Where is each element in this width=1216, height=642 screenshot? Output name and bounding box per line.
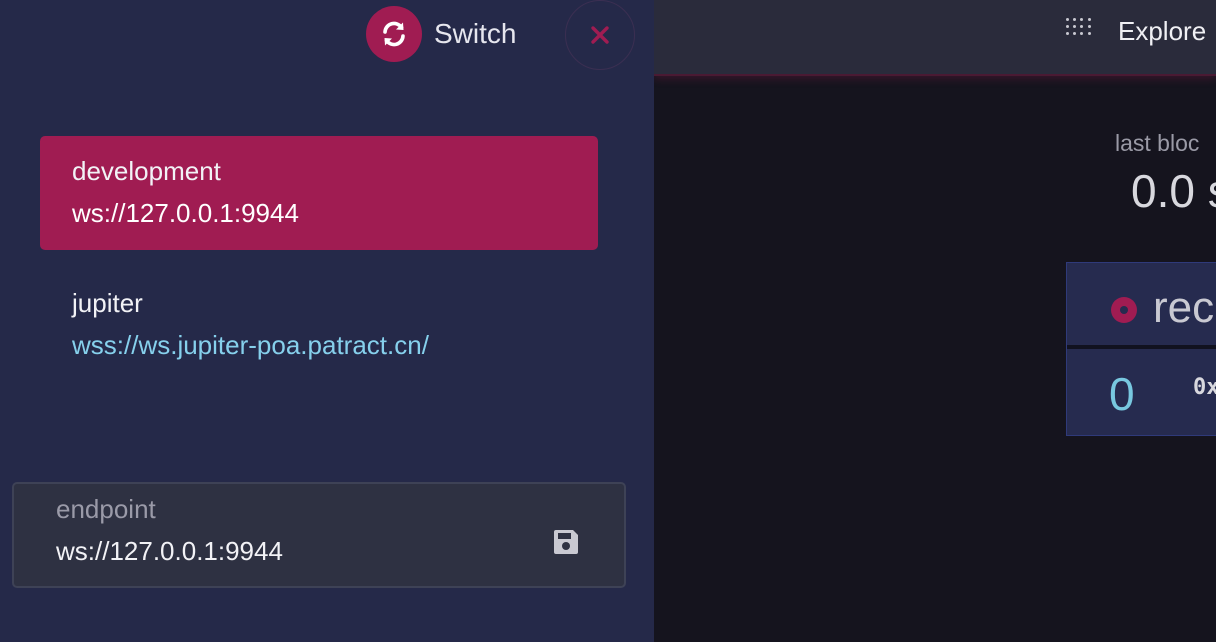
switch-label: Switch — [434, 18, 517, 49]
app-header: Explore — [654, 0, 1216, 76]
endpoint-url: ws://127.0.0.1:9944 — [72, 198, 299, 228]
recent-blocks-dot-icon — [1111, 297, 1137, 323]
block-hash: 0x — [1193, 375, 1216, 400]
close-icon — [591, 26, 609, 44]
endpoint-option-development[interactable]: development ws://127.0.0.1:9944 — [40, 136, 598, 250]
save-icon[interactable] — [552, 528, 580, 556]
custom-endpoint-field: endpoint — [12, 482, 626, 588]
endpoint-name: development — [72, 156, 221, 186]
recent-blocks-card: rec 0 0x — [1066, 262, 1216, 436]
block-number[interactable]: 0 — [1109, 367, 1135, 421]
endpoint-name: jupiter — [72, 288, 143, 318]
explorer-nav-label[interactable]: Explore — [1118, 16, 1206, 47]
divider — [1067, 345, 1216, 349]
recent-blocks-title: rec — [1153, 283, 1215, 332]
close-button[interactable] — [565, 0, 635, 70]
switch-button[interactable]: Switch — [366, 6, 516, 62]
endpoint-url: wss://ws.jupiter-poa.patract.cn/ — [72, 330, 429, 360]
endpoint-field-label: endpoint — [56, 494, 156, 524]
endpoint-list: development ws://127.0.0.1:9944 jupiter … — [40, 136, 598, 388]
sync-icon — [366, 6, 422, 62]
last-block-value: 0.0 s — [1131, 165, 1216, 217]
endpoint-input[interactable] — [56, 536, 496, 567]
endpoint-option-jupiter[interactable]: jupiter wss://ws.jupiter-poa.patract.cn/ — [40, 274, 598, 388]
last-block-label: last bloc — [1115, 130, 1200, 156]
explorer-app: Explore last bloc 0.0 s rec 0 0x — [654, 0, 1216, 642]
grid-menu-icon[interactable] — [1066, 18, 1094, 40]
endpoint-switch-drawer: Switch development ws://127.0.0.1:9944 j… — [0, 0, 654, 642]
